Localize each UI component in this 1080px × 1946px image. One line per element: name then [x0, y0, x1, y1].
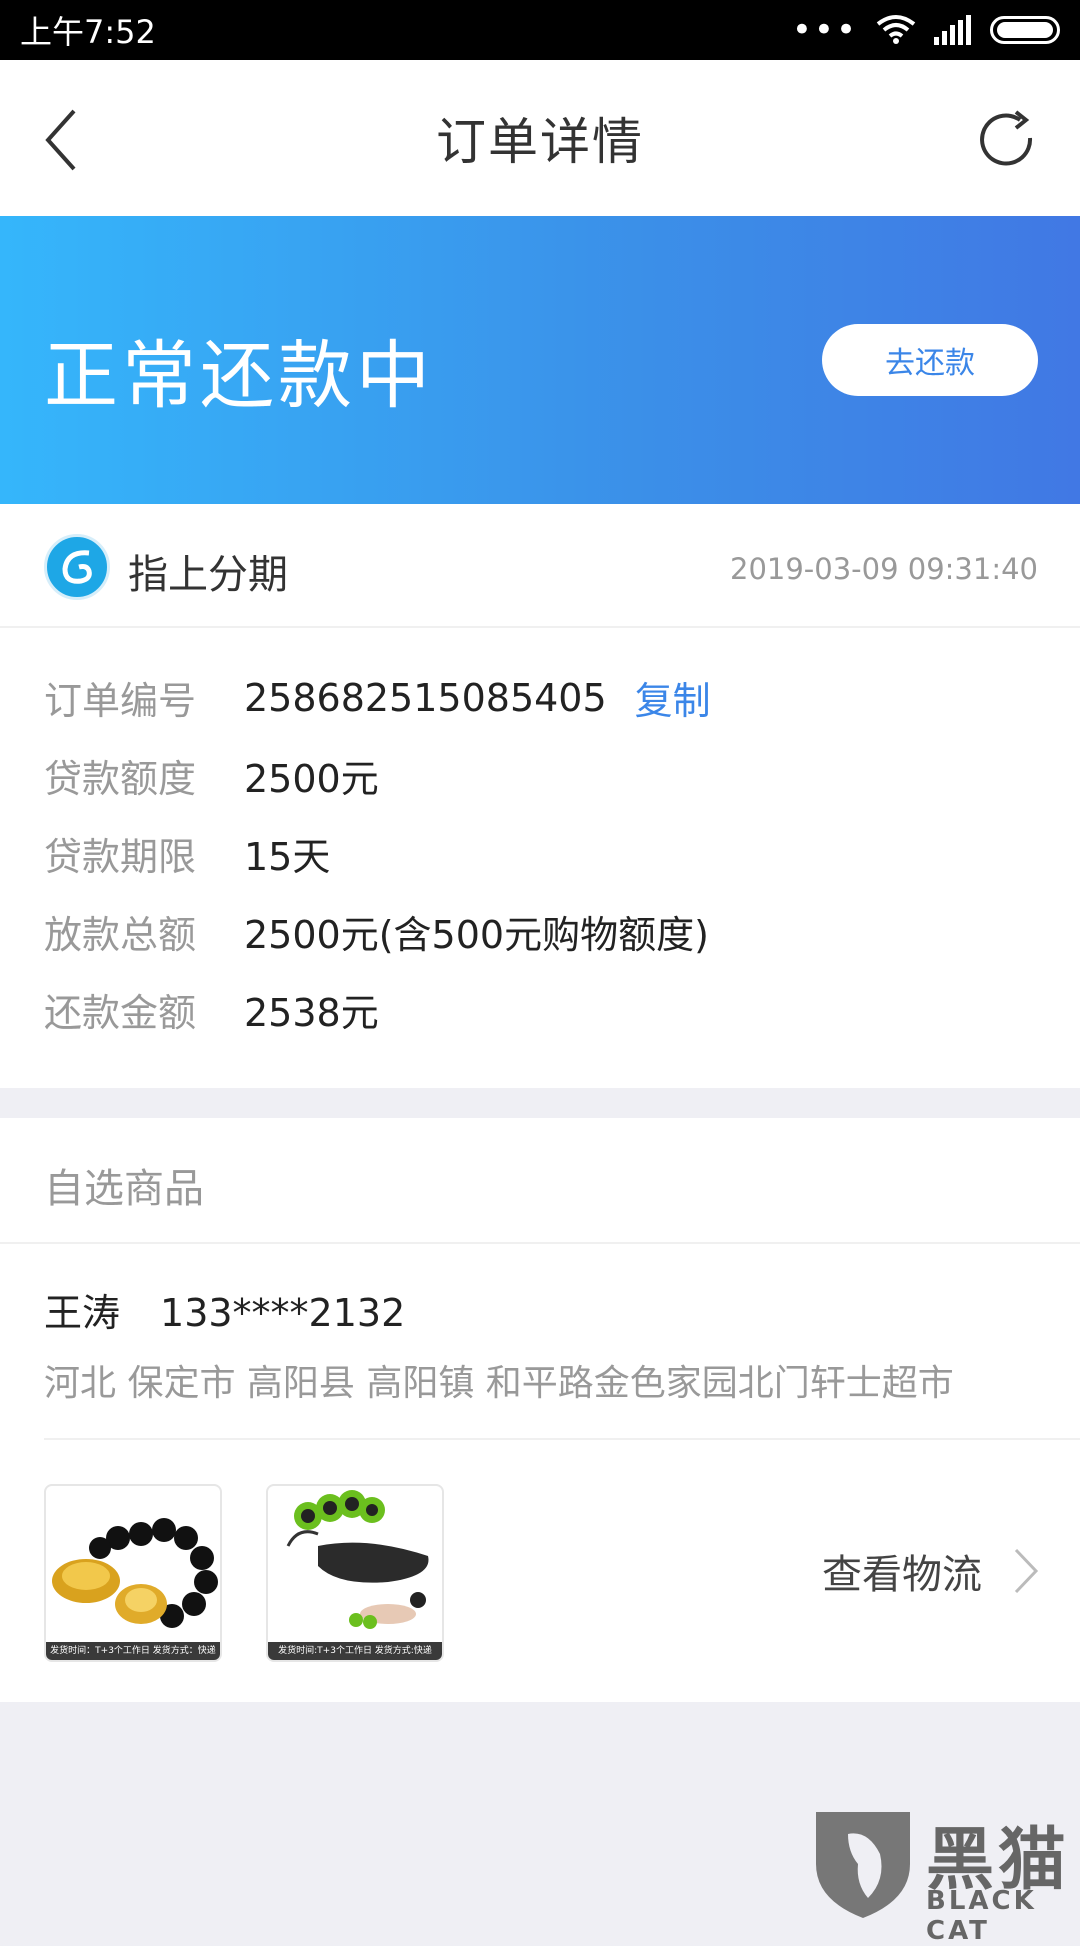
loan-status: 正常还款中 — [44, 333, 434, 419]
signal-icon — [934, 15, 972, 45]
disbursed-value: 2500元(含500元购物额度) — [244, 913, 709, 957]
battery-icon — [990, 16, 1060, 44]
divider — [0, 1242, 1080, 1244]
wifi-icon — [876, 14, 916, 46]
merchant-header: 指上分期 2019-03-09 09:31:40 — [0, 504, 1080, 628]
merchant-name: 指上分期 — [128, 552, 288, 598]
product-thumbnail-ab-roller[interactable]: 发货时间:T+3个工作日 发货方式:快递 — [266, 1484, 444, 1662]
more-dots-icon: ••• — [791, 10, 858, 50]
loan-amount-label: 贷款额度 — [44, 757, 197, 801]
product-caption: 发货时间：T+3个工作日 发货方式：快递 — [46, 1642, 220, 1660]
nav-bar: 订单详情 — [0, 60, 1080, 216]
chevron-left-icon — [45, 109, 76, 171]
goods-section: 自选商品 王涛 133****2132 河北 保定市 高阳县 高阳镇 和平路金色家… — [0, 1118, 1080, 1702]
loan-term-value: 15天 — [244, 835, 331, 879]
view-logistics-button[interactable]: 查看物流 — [822, 1542, 1040, 1600]
divider — [44, 1438, 1080, 1440]
detail-row-repay-amount: 还款金额 2538元 — [44, 982, 379, 1037]
detail-row-loan-term: 贷款期限 15天 — [44, 826, 330, 881]
back-button[interactable] — [40, 105, 90, 175]
chevron-right-icon — [1014, 1548, 1039, 1594]
detail-row-disbursed: 放款总额 2500元(含500元购物额度) — [44, 904, 709, 959]
goods-section-title: 自选商品 — [44, 1166, 204, 1212]
repay-button[interactable]: 去还款 — [822, 324, 1038, 396]
disbursed-label: 放款总额 — [44, 913, 197, 957]
ab-roller-product-image — [286, 1490, 429, 1629]
order-details: 订单编号 258682515085405 复制 贷款额度 2500元 贷款期限 … — [0, 628, 1080, 1088]
order-no-label: 订单编号 — [44, 679, 197, 723]
detail-row-loan-amount: 贷款额度 2500元 — [44, 748, 379, 803]
refresh-button[interactable] — [976, 108, 1040, 172]
status-bar: 上午7:52 ••• — [0, 0, 1080, 60]
loan-amount-value: 2500元 — [244, 757, 379, 801]
merchant-logo-icon — [44, 534, 110, 600]
status-icons: ••• — [792, 10, 1060, 50]
status-time: 上午7:52 — [20, 13, 156, 51]
page-title: 订单详情 — [436, 113, 644, 171]
bracelet-product-image — [52, 1518, 218, 1628]
loan-term-label: 贷款期限 — [44, 835, 197, 879]
refresh-icon — [980, 110, 1033, 166]
order-no-value: 258682515085405 — [244, 675, 607, 720]
view-logistics-label: 查看物流 — [822, 1552, 982, 1598]
order-datetime: 2019-03-09 09:31:40 — [730, 552, 1038, 586]
product-thumbnail-bracelet[interactable]: 发货时间：T+3个工作日 发货方式：快递 — [44, 1484, 222, 1662]
status-banner: 正常还款中 去还款 — [0, 216, 1080, 504]
black-cat-logo-icon — [816, 1812, 910, 1918]
product-caption: 发货时间:T+3个工作日 发货方式:快递 — [268, 1642, 442, 1660]
repay-amount-label: 还款金额 — [44, 991, 197, 1035]
recipient-phone: 133****2132 — [160, 1291, 406, 1335]
detail-row-order-no: 订单编号 258682515085405 复制 — [44, 670, 711, 725]
copy-link[interactable]: 复制 — [635, 670, 711, 725]
watermark-subtext: BLACK CAT — [926, 1886, 1037, 1946]
repay-amount-value: 2538元 — [244, 991, 379, 1035]
watermark: 黑猫 BLACK CAT — [808, 1804, 1080, 1946]
recipient-name: 王涛 — [44, 1291, 121, 1335]
recipient-info: 王涛 133****2132 — [44, 1282, 405, 1337]
shipping-address: 河北 保定市 高阳县 高阳镇 和平路金色家园北门轩士超市 — [44, 1363, 954, 1404]
